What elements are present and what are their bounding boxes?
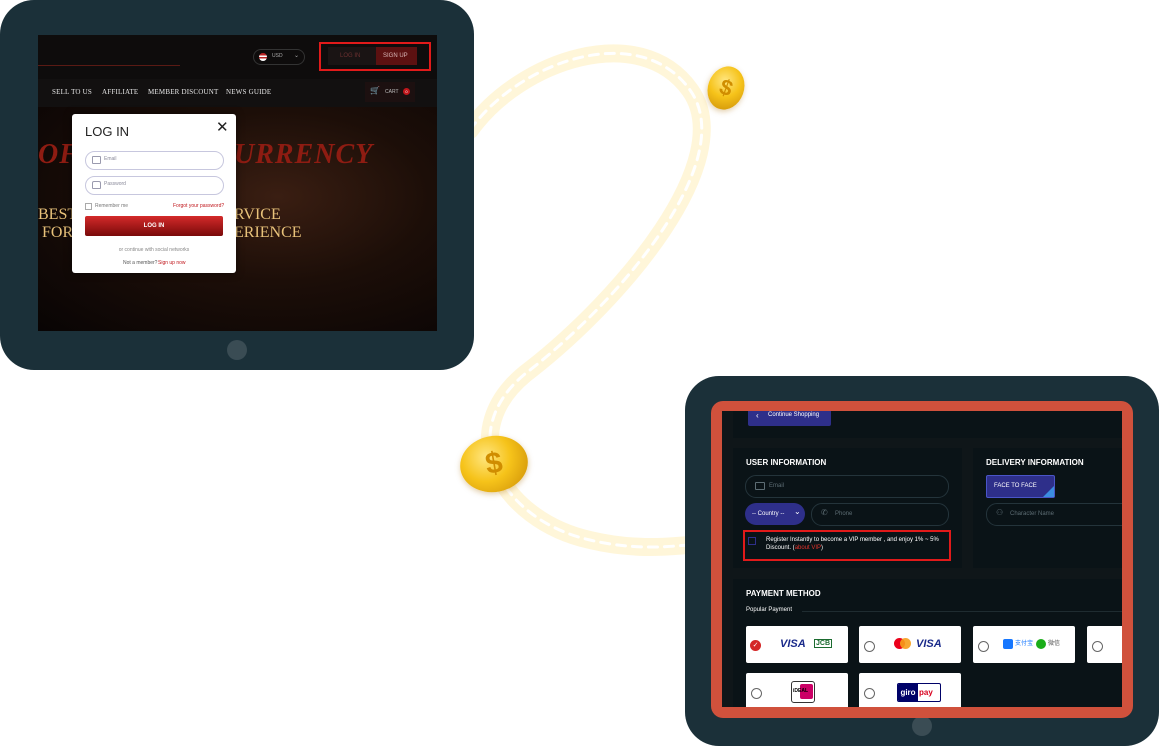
hero-line1-right: RVICE <box>234 206 281 223</box>
user-info-title: USER INFORMATION <box>746 458 827 467</box>
nav-item-news-guide[interactable]: NEWS GUIDE <box>226 88 271 96</box>
payment-option-alipay-wechat[interactable]: 支付宝 微信 <box>973 626 1075 663</box>
highlight-box-vip <box>743 530 951 561</box>
radio-button[interactable] <box>978 641 989 652</box>
hero-line2-right: ERIENCE <box>234 224 302 241</box>
cart-button[interactable]: 🛒 CART 0 <box>365 82 415 102</box>
payment-option-mastercard-visa[interactable]: VISA <box>859 626 961 663</box>
delivery-info-title: DELIVERY INFORMATION <box>986 458 1084 467</box>
ideal-logo: iDEAL <box>791 681 815 703</box>
hero-line2-left: FOR <box>42 224 74 241</box>
nav-item-sell[interactable]: SELL TO US <box>52 88 92 96</box>
forgot-password-link[interactable]: Forgot your password? <box>173 203 224 209</box>
nav-item-member-discount[interactable]: MEMBER DISCOUNT <box>148 88 218 96</box>
payment-title: PAYMENT METHOD <box>746 589 821 598</box>
chevron-left-icon: ‹ <box>756 411 759 420</box>
phone-placeholder: Phone <box>835 511 853 517</box>
cart-label: CART <box>385 89 399 95</box>
email-placeholder: Email <box>104 156 117 162</box>
close-icon[interactable]: ✕ <box>216 120 229 135</box>
face-to-face-label: FACE TO FACE <box>994 483 1037 489</box>
face-to-face-button[interactable]: FACE TO FACE <box>986 475 1055 498</box>
wechat-label: 微信 <box>1048 641 1061 647</box>
search-underline <box>38 65 180 66</box>
login-submit-label: LOG IN <box>143 223 165 229</box>
phone-field[interactable]: ✆ Phone <box>811 503 949 526</box>
payment-option-more[interactable] <box>1087 626 1122 663</box>
remember-checkbox[interactable] <box>85 203 92 210</box>
login-modal: LOG IN ✕ Email Password Remember me Forg… <box>72 114 236 273</box>
mail-icon <box>755 482 765 490</box>
chevron-down-icon: ⌄ <box>794 507 801 516</box>
modal-title: LOG IN <box>85 124 130 139</box>
ideal-label: iDEAL <box>793 688 808 694</box>
giropay-logo: giro pay <box>897 683 941 702</box>
currency-select[interactable]: USD ⌄ <box>253 49 305 65</box>
check-icon <box>1043 486 1054 497</box>
nav-item-affiliate[interactable]: AFFILIATE <box>102 88 138 96</box>
chevron-down-icon: ⌄ <box>294 53 300 59</box>
remember-label: Remember me <box>95 203 129 209</box>
mail-icon <box>92 156 101 164</box>
radio-button[interactable] <box>751 688 762 699</box>
login-submit-button[interactable]: LOG IN <box>85 216 223 236</box>
password-placeholder: Password <box>104 181 126 187</box>
alipay-label: 支付宝 <box>1015 641 1034 647</box>
signup-link[interactable]: Sign up now <box>158 260 186 266</box>
hero-title-right: URRENCY <box>234 139 374 170</box>
giropay-giro: giro <box>898 684 918 701</box>
cart-count-badge: 0 <box>403 88 410 95</box>
payment-option-giropay[interactable]: giro pay <box>859 673 961 707</box>
selected-check-icon: ✓ <box>750 640 761 651</box>
country-select[interactable]: -- Country -- ⌄ <box>745 503 805 525</box>
wechat-icon <box>1036 639 1046 649</box>
currency-label: USD <box>272 53 283 59</box>
alipay-icon <box>1003 639 1013 649</box>
payment-subtitle: Popular Payment <box>746 607 793 613</box>
country-label: -- Country -- <box>752 511 785 517</box>
home-button <box>227 340 247 360</box>
continue-shopping-label: Continue Shopping <box>768 412 820 418</box>
payment-option-ideal[interactable]: iDEAL <box>746 673 848 707</box>
password-field[interactable]: Password <box>85 176 224 195</box>
email-field[interactable]: Email <box>85 151 224 170</box>
radio-button[interactable] <box>864 688 875 699</box>
email-placeholder: Email <box>769 483 785 489</box>
us-flag-icon <box>259 53 267 61</box>
home-button <box>912 716 932 736</box>
email-field[interactable]: Email <box>745 475 949 498</box>
continue-shopping-button[interactable]: ‹ Continue Shopping <box>748 411 831 426</box>
radio-button[interactable] <box>1092 641 1103 652</box>
visa-logo: VISA <box>916 638 942 650</box>
payment-divider <box>802 611 1122 612</box>
phone-icon: ✆ <box>821 508 828 517</box>
dollar-icon: $ <box>482 445 505 482</box>
giropay-pay: pay <box>919 688 933 697</box>
cart-icon: 🛒 <box>370 86 380 95</box>
not-member-text: Not a member? <box>123 260 158 266</box>
highlight-box-auth <box>319 42 431 71</box>
coin-icon: $ <box>455 430 533 498</box>
mastercard-logo <box>894 638 911 649</box>
payment-option-visa-jcb[interactable]: ✓ VISA JCB <box>746 626 848 663</box>
social-text: or continue with social networks <box>118 247 190 253</box>
character-name-field[interactable]: ⚇ Character Name <box>986 503 1122 526</box>
lock-icon <box>92 181 101 189</box>
login-screen: USD ⌄ LOG IN SIGN UP SELL TO US AFFILIAT… <box>38 35 437 331</box>
radio-button[interactable] <box>864 641 875 652</box>
user-icon: ⚇ <box>996 508 1004 517</box>
character-name-placeholder: Character Name <box>1010 511 1055 517</box>
jcb-logo: JCB <box>814 639 833 648</box>
visa-logo: VISA <box>780 638 806 650</box>
